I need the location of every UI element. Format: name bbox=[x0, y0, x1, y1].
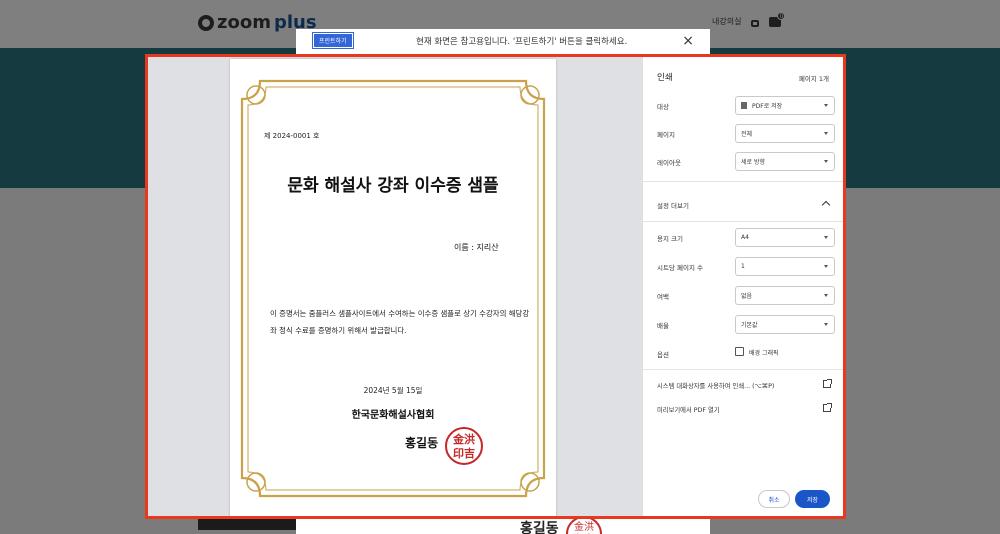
logo-mark-icon bbox=[198, 14, 214, 31]
certificate-number: 제 2024-0001 호 bbox=[264, 132, 320, 140]
save-button[interactable]: 저장 bbox=[795, 490, 830, 508]
seal-stamp-icon: 金洪 印吉 bbox=[445, 427, 483, 465]
chevron-down-icon bbox=[824, 132, 828, 135]
popup-seal-icon: 金洪印吉 bbox=[566, 518, 602, 534]
header-nav: 내강의실 0 bbox=[712, 11, 786, 27]
pages-select[interactable]: 전체 bbox=[735, 124, 835, 143]
print-notice-bar: 프린트하기 현재 화면은 참고용입니다. '프린트하기' 버튼을 클릭하세요. … bbox=[296, 29, 710, 55]
certificate-body: 이 증명서는 줌플러스 샘플사이트에서 수여하는 이수증 샘플로 상기 수강자의… bbox=[270, 309, 530, 335]
layout-select[interactable]: 세로 방향 bbox=[735, 152, 835, 171]
layout-row: 레이아웃 세로 방향 bbox=[657, 152, 835, 172]
paper-size-row: 용지 크기 A4 bbox=[657, 228, 835, 248]
divider bbox=[643, 221, 843, 222]
certificate-title: 문화 해설사 강좌 이수증 샘플 bbox=[287, 176, 499, 196]
background-button bbox=[198, 518, 296, 530]
popup-signer: 홍길동 bbox=[520, 521, 559, 534]
close-icon[interactable]: × bbox=[682, 32, 694, 50]
pages-per-sheet-select[interactable]: 1 bbox=[735, 257, 835, 276]
panel-title: 인쇄 bbox=[657, 73, 673, 83]
certificate-org: 한국문화해설사협회 bbox=[351, 410, 435, 421]
options-row: 옵션 배경 그래픽 bbox=[657, 344, 833, 364]
chevron-up-icon bbox=[821, 200, 831, 210]
certificate-recipient: 이름 : 지리산 bbox=[454, 243, 499, 252]
external-link-icon bbox=[823, 403, 832, 412]
print-preview: 제 2024-0001 호 문화 해설사 강좌 이수증 샘플 이름 : 지리산 … bbox=[148, 57, 643, 516]
print-button[interactable]: 프린트하기 bbox=[312, 32, 354, 49]
open-pdf-preview-link[interactable]: 미리보기에서 PDF 열기 bbox=[657, 403, 833, 417]
margins-row: 여백 없음 bbox=[657, 286, 835, 306]
certificate-signer: 홍길동 bbox=[405, 436, 439, 450]
paper-size-select[interactable]: A4 bbox=[735, 228, 835, 247]
scale-row: 배율 기본값 bbox=[657, 315, 835, 335]
background-graphics-checkbox[interactable] bbox=[735, 347, 744, 356]
document-icon bbox=[741, 102, 747, 109]
chevron-down-icon bbox=[824, 236, 828, 239]
certificate-sheet: 제 2024-0001 호 문화 해설사 강좌 이수증 샘플 이름 : 지리산 … bbox=[230, 59, 556, 516]
popup-bottom: 홍길동 金洪印吉 bbox=[296, 518, 710, 534]
scale-select[interactable]: 기본값 bbox=[735, 315, 835, 334]
chevron-down-icon bbox=[824, 160, 828, 163]
margins-select[interactable]: 없음 bbox=[735, 286, 835, 305]
print-settings-panel: 인쇄 페이지 1개 대상 PDF로 저장 페이지 전체 레이아웃 세로 방향 설… bbox=[643, 57, 843, 516]
system-dialog-link[interactable]: 시스템 대화상자를 사용하여 인쇄... (⌥⌘P) bbox=[657, 379, 833, 393]
cart-icon[interactable]: 0 bbox=[769, 11, 786, 27]
chevron-down-icon bbox=[824, 265, 828, 268]
cart-badge: 0 bbox=[777, 11, 786, 20]
chevron-down-icon bbox=[824, 104, 828, 107]
more-settings-toggle[interactable]: 설정 더보기 bbox=[657, 196, 833, 216]
print-dialog: 제 2024-0001 호 문화 해설사 강좌 이수증 샘플 이름 : 지리산 … bbox=[145, 54, 846, 519]
cancel-button[interactable]: 취소 bbox=[758, 490, 790, 508]
my-classroom-link[interactable]: 내강의실 bbox=[712, 16, 741, 27]
certificate-date: 2024년 5월 15일 bbox=[363, 386, 423, 395]
pages-row: 페이지 전체 bbox=[657, 124, 835, 144]
chevron-down-icon bbox=[824, 294, 828, 297]
pages-per-sheet-row: 시트당 페이지 수 1 bbox=[657, 257, 835, 277]
background-graphics-label[interactable]: 배경 그래픽 bbox=[749, 348, 779, 357]
external-link-icon bbox=[823, 379, 832, 388]
lock-icon[interactable] bbox=[751, 19, 760, 27]
chevron-down-icon bbox=[824, 323, 828, 326]
divider bbox=[643, 369, 843, 370]
page-count: 페이지 1개 bbox=[798, 75, 829, 83]
destination-select[interactable]: PDF로 저장 bbox=[735, 96, 835, 115]
divider bbox=[643, 181, 843, 182]
notice-message: 현재 화면은 참고용입니다. '프린트하기' 버튼을 클릭하세요. bbox=[416, 37, 628, 47]
certificate-frame bbox=[240, 79, 546, 498]
destination-row: 대상 PDF로 저장 bbox=[657, 96, 835, 116]
